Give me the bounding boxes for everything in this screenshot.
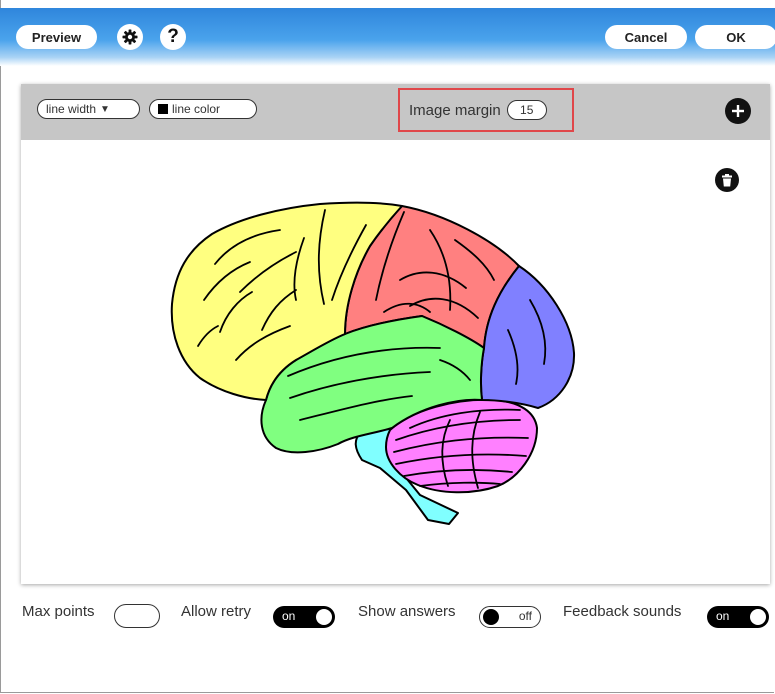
feedback-sounds-state: on (716, 609, 730, 623)
brain-image[interactable] (21, 84, 770, 584)
max-points-label: Max points (22, 603, 95, 620)
toggle-knob (750, 609, 766, 625)
allow-retry-state: on (282, 609, 296, 623)
show-answers-toggle[interactable]: off (479, 606, 541, 628)
allow-retry-toggle[interactable]: on (273, 606, 335, 628)
preview-button[interactable]: Preview (16, 25, 97, 49)
question-icon[interactable]: ? (160, 24, 186, 50)
gear-icon[interactable] (117, 24, 143, 50)
feedback-sounds-toggle[interactable]: on (707, 606, 769, 628)
max-points-input[interactable] (114, 604, 160, 628)
show-answers-state: off (518, 609, 532, 623)
top-bar: Preview ? Cancel OK (0, 8, 775, 66)
image-editor-card: line width ▼ line color Image margin 15 (21, 84, 770, 584)
toggle-knob (483, 609, 499, 625)
ok-button[interactable]: OK (695, 25, 775, 49)
show-answers-label: Show answers (358, 603, 456, 620)
cancel-button[interactable]: Cancel (605, 25, 687, 49)
allow-retry-label: Allow retry (181, 603, 252, 620)
toggle-knob (316, 609, 332, 625)
feedback-sounds-label: Feedback sounds (563, 603, 682, 620)
